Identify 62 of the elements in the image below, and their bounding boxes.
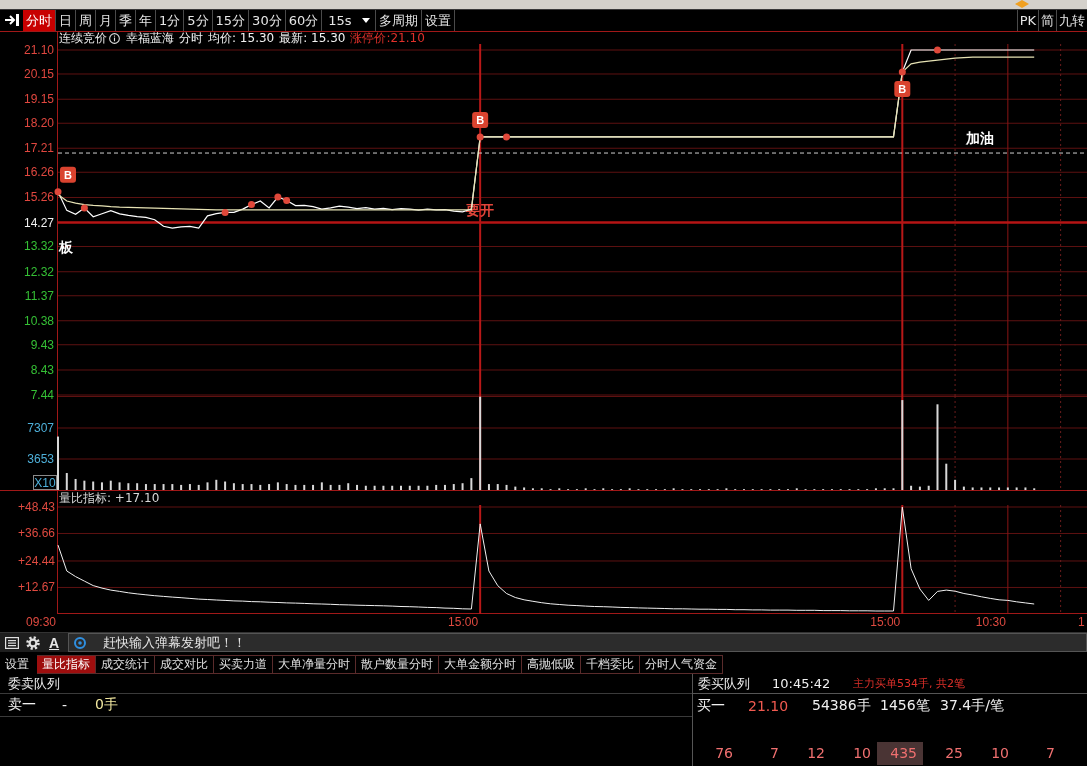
average-cell: 37.4手/笔 bbox=[940, 696, 1004, 715]
queue-title: 委卖队列 bbox=[7, 674, 60, 693]
order-cell-text: 25 bbox=[944, 744, 964, 763]
time-axis-label: 10:30 bbox=[975, 614, 1006, 629]
level-label: 卖一 bbox=[7, 696, 37, 714]
price-axis-label: 16.26 bbox=[23, 165, 54, 180]
chart-comment: 加油 bbox=[966, 130, 994, 146]
quote-text: 最新: 15.30 bbox=[279, 32, 346, 44]
time-axis-label: 09:30 bbox=[25, 614, 56, 629]
indicator-title: 量比指标: +17.10 bbox=[59, 489, 160, 507]
trading-status: 连续竞价 bbox=[59, 32, 107, 44]
price-axis-label: 15.26 bbox=[23, 190, 54, 205]
order-cell-text: 12 bbox=[806, 744, 826, 763]
level-label: 买一 bbox=[696, 696, 726, 715]
queue-title: 委买队列 bbox=[697, 674, 751, 693]
quote-text: 幸福蓝海 bbox=[126, 32, 174, 44]
signal-badge: B bbox=[472, 111, 489, 128]
price-axis-label: 8.43 bbox=[30, 363, 54, 377]
price-axis-label: 10.38 bbox=[23, 313, 54, 328]
price-axis-label: 11.37 bbox=[24, 288, 54, 303]
price-axis-label: 18.20 bbox=[23, 116, 54, 131]
volume-axis-label: 7307 bbox=[27, 421, 54, 435]
price-axis-label: 17.21 bbox=[23, 141, 54, 156]
volume-cell-text: 54386手 bbox=[812, 696, 872, 715]
order-cell-text: 76 bbox=[714, 744, 734, 763]
price-axis-label: 9.43 bbox=[30, 337, 54, 352]
time-axis-label: 15:00 bbox=[870, 614, 901, 629]
price-cell-text: - bbox=[62, 697, 69, 713]
volume-cell: 0手 bbox=[95, 696, 118, 714]
signal-badge: B bbox=[894, 80, 911, 97]
ratio-axis-label: +48.43 bbox=[17, 500, 55, 514]
price-axis-label: 13.32 bbox=[23, 239, 54, 254]
time-axis-label: 15:00 bbox=[448, 614, 479, 629]
signal-badge: B bbox=[60, 166, 76, 183]
ratio-axis-label: +36.66 bbox=[17, 526, 55, 541]
annotation: B bbox=[898, 83, 907, 96]
price-axis-label: 14.27 bbox=[23, 215, 54, 230]
order-cell-text: 7 bbox=[769, 744, 780, 763]
annotation: B bbox=[476, 114, 485, 127]
price-axis-label: 19.15 bbox=[23, 92, 54, 107]
price-axis-label: 21.10 bbox=[23, 43, 54, 57]
time-axis-label: 1 bbox=[1078, 614, 1085, 629]
limit-price-text: 涨停价:21.10 bbox=[350, 32, 425, 44]
volume-axis-label: 3653 bbox=[27, 452, 54, 466]
order-cell-text: 7 bbox=[1045, 744, 1056, 763]
order-cell: 435 bbox=[877, 742, 923, 765]
ratio-axis-label: +24.44 bbox=[17, 554, 55, 568]
count-cell-text: 1456笔 bbox=[880, 696, 931, 715]
price-cell-text: 21.10 bbox=[748, 697, 790, 714]
quote-text: 分时 bbox=[179, 32, 203, 44]
annotation: B bbox=[64, 169, 73, 182]
order-cell-text: 10 bbox=[990, 744, 1010, 763]
order-cell-text: 10 bbox=[852, 744, 872, 763]
order-note: 主力买单534手, 共2笔 bbox=[853, 676, 965, 691]
quote-text: 均价: 15.30 bbox=[208, 32, 275, 44]
price-axis-label: 20.15 bbox=[23, 67, 54, 81]
chart-comment: 板 bbox=[59, 239, 73, 255]
price-axis-label: 12.32 bbox=[23, 264, 54, 279]
price-axis-label: 7.44 bbox=[30, 388, 54, 402]
multiplier-label: X10 bbox=[33, 475, 57, 490]
ratio-axis-label: +12.67 bbox=[17, 580, 55, 595]
queue-time: 10:45:42 bbox=[772, 676, 832, 691]
